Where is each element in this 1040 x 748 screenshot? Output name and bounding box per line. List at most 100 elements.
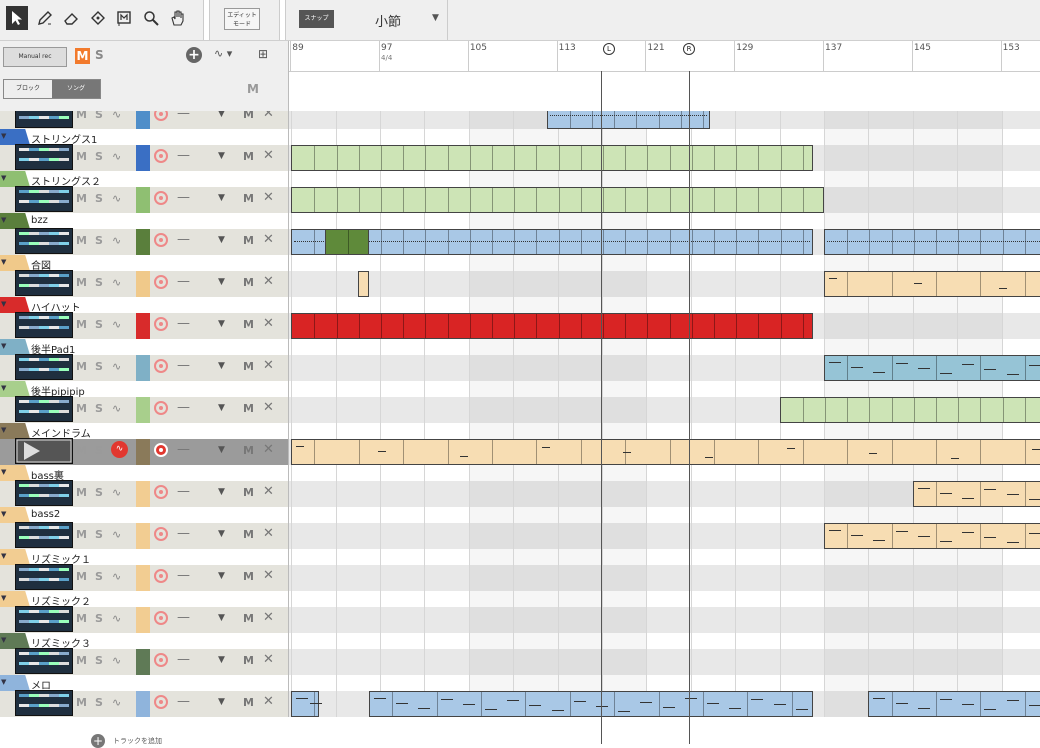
track-lane[interactable] [289,213,1040,255]
music-clip[interactable] [324,229,369,255]
chevron-down-icon[interactable]: ▼ [218,571,225,581]
collapse-triangle-icon[interactable]: ▼ [1,552,6,560]
track-mute-toggle[interactable]: M [243,654,254,667]
chevron-down-icon[interactable]: ▼ [218,319,225,329]
instrument-thumbnail[interactable] [15,312,73,338]
collapse-triangle-icon[interactable]: ▼ [1,426,6,434]
collapse-triangle-icon[interactable]: ▼ [1,510,6,518]
collapse-triangle-icon[interactable]: ▼ [1,678,6,686]
chevron-down-icon[interactable]: ▼ [218,697,225,707]
waveform-icon[interactable]: ∿ [112,402,121,415]
record-arm-button[interactable] [154,317,168,331]
music-clip[interactable] [779,397,1040,423]
manual-rec-button[interactable]: Manual rec [3,47,67,67]
record-arm-button[interactable] [154,485,168,499]
instrument-thumbnail[interactable] [15,396,73,422]
collapse-triangle-icon[interactable]: ▼ [1,384,6,392]
music-clip[interactable] [368,691,813,717]
track-lane[interactable] [289,507,1040,549]
track-mute-toggle[interactable]: M [243,192,254,205]
record-arm-button[interactable] [154,275,168,289]
waveform-icon[interactable]: ∿ [112,111,121,121]
track-lane[interactable] [289,171,1040,213]
tab-song[interactable]: ソング [52,80,100,98]
instrument-thumbnail[interactable] [15,606,73,632]
collapse-triangle-icon[interactable]: ▼ [1,300,6,308]
tab-block[interactable]: ブロック [4,80,52,98]
instrument-thumbnail[interactable] [15,354,73,380]
track-solo-button[interactable]: S [95,234,103,247]
record-arm-button[interactable] [154,233,168,247]
collapse-triangle-icon[interactable]: ▼ [1,342,6,350]
waveform-icon[interactable]: ∿ [112,150,121,163]
track-mute-toggle[interactable]: M [243,486,254,499]
chevron-down-icon[interactable]: ▼ [218,111,225,119]
track-solo-button[interactable]: S [95,276,103,289]
track-row[interactable]: ▼ bzz M S ∿ — ▼ M ✕ [0,213,289,255]
track-lane[interactable] [289,381,1040,423]
hand-icon[interactable] [167,6,189,30]
record-arm-button[interactable] [154,695,168,709]
track-solo-button[interactable]: S [95,192,103,205]
track-solo-button[interactable]: S [95,696,103,709]
record-arm-button[interactable] [154,401,168,415]
track-solo-button[interactable]: S [95,318,103,331]
track-solo-button[interactable]: S [95,612,103,625]
instrument-thumbnail[interactable] [15,690,73,716]
track-mute-button[interactable]: M [76,318,87,331]
add-track-button[interactable]: + トラックを追加 [91,734,162,748]
track-lane[interactable] [289,423,1040,465]
edit-mode-button[interactable]: エディット モード [224,8,260,30]
track-mute-button[interactable]: M [76,528,87,541]
track-mute-button[interactable]: M [76,402,87,415]
track-mute-toggle[interactable]: M [243,696,254,709]
remove-track-icon[interactable]: ✕ [263,568,274,583]
waveform-icon[interactable]: ∿ [112,570,121,583]
track-lane[interactable] [289,255,1040,297]
remove-track-icon[interactable]: ✕ [263,148,274,163]
grid-icon[interactable]: ⊞ [258,47,268,61]
waveform-dropdown-icon[interactable]: ∿ ▾ [214,47,232,60]
track-mute-toggle[interactable]: M [243,402,254,415]
track-solo-button[interactable]: S [95,111,103,121]
track-mute-button[interactable]: M [76,150,87,163]
track-row[interactable]: ▼ ストリングス２ M S ∿ — ▼ M ✕ [0,171,289,213]
track-lane[interactable] [289,465,1040,507]
remove-track-icon[interactable]: ✕ [263,610,274,625]
chevron-down-icon[interactable]: ▼ [218,655,225,665]
track-mute-button[interactable]: M [76,111,87,121]
track-solo-button[interactable]: S [95,360,103,373]
loop-start-marker[interactable]: L [603,43,615,55]
remove-track-icon[interactable]: ✕ [263,652,274,667]
waveform-icon[interactable]: ∿ [112,654,121,667]
waveform-icon[interactable]: ∿ [111,441,128,458]
music-clip[interactable] [291,313,813,339]
eraser-icon[interactable] [60,6,82,30]
music-clip[interactable] [291,145,813,171]
remove-track-icon[interactable]: ✕ [263,484,274,499]
track-name[interactable]: bzz [31,215,48,226]
chevron-down-icon[interactable]: ▼ [218,277,225,287]
track-row[interactable]: ▼ メインドラム M S ∿ — ▼ M ✕ [0,423,289,465]
track-mute-toggle[interactable]: M [243,360,254,373]
track-mute-button[interactable]: M [76,444,87,457]
master-solo-button[interactable]: S [95,48,104,62]
track-solo-button[interactable]: S [95,528,103,541]
chevron-down-icon[interactable]: ▼ [218,487,225,497]
collapse-triangle-icon[interactable]: ▼ [1,132,6,140]
music-clip[interactable] [291,691,323,717]
track-mute-toggle[interactable]: M [243,570,254,583]
loop-end-marker[interactable]: R [683,43,695,55]
remove-track-icon[interactable]: ✕ [263,190,274,205]
music-clip[interactable] [824,271,1040,297]
track-mute-button[interactable]: M [76,360,87,373]
instrument-thumbnail[interactable] [15,228,73,254]
track-row[interactable]: ▼ メロ M S ∿ — ▼ M ✕ [0,675,289,717]
waveform-icon[interactable]: ∿ [112,318,121,331]
instrument-thumbnail[interactable] [15,438,73,464]
instrument-thumbnail[interactable] [15,186,73,212]
collapse-triangle-icon[interactable]: ▼ [1,468,6,476]
music-clip[interactable] [824,355,1040,381]
track-row[interactable]: ▼ 後半pipipip M S ∿ — ▼ M ✕ [0,381,289,423]
music-clip[interactable] [824,229,1040,255]
